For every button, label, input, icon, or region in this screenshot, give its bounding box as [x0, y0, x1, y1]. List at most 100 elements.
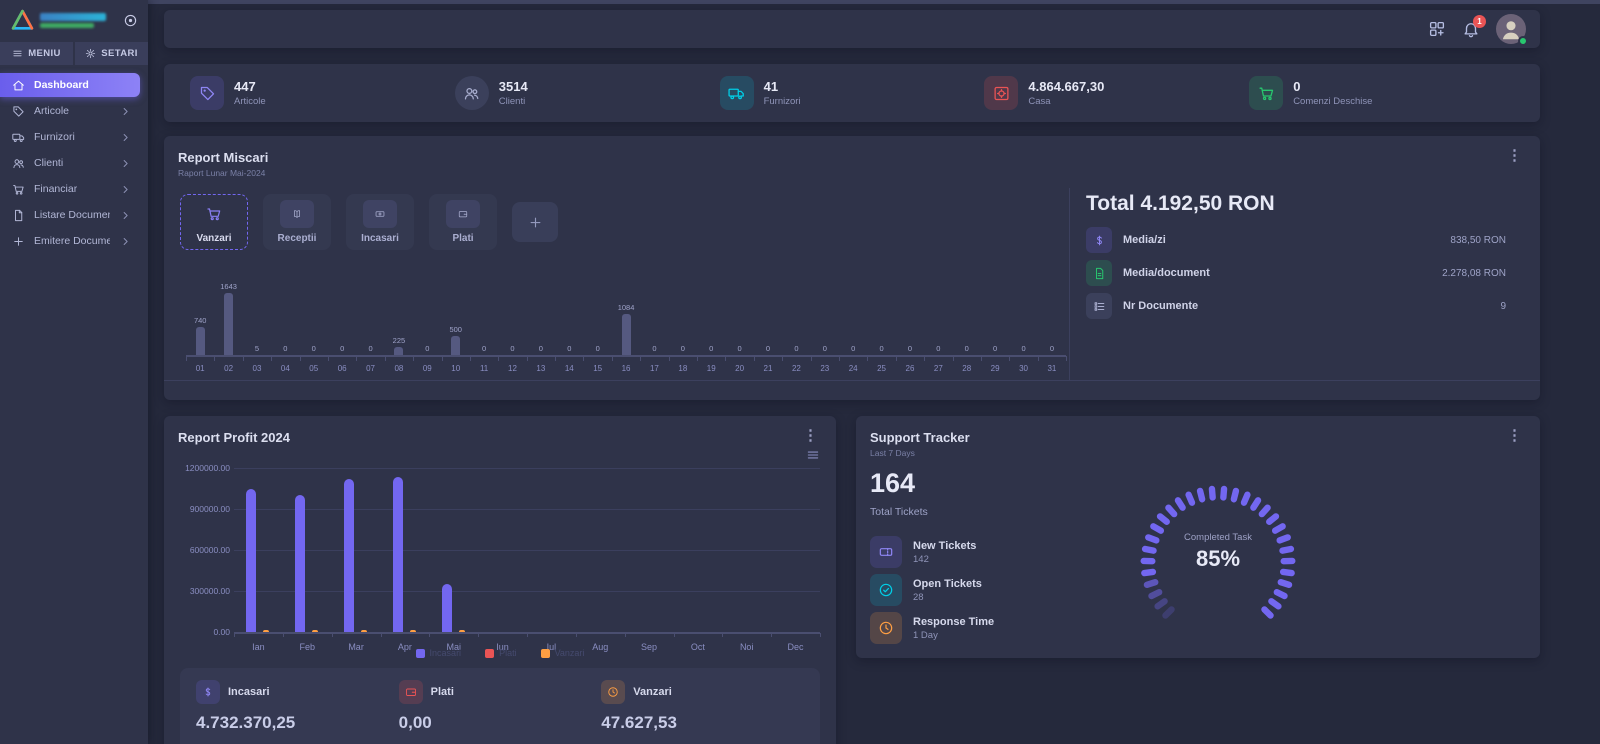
daily-bar-slot-11: 0 — [470, 281, 498, 355]
gauge-segment — [1257, 503, 1272, 518]
users-icon — [455, 76, 489, 110]
gauge-segment — [1164, 503, 1179, 518]
tab-vanzari[interactable]: Vanzari — [180, 194, 248, 250]
daily-bar-slot-30: 0 — [1009, 281, 1037, 355]
daily-bar-value: 0 — [368, 344, 372, 353]
daily-bar-value: 0 — [709, 344, 713, 353]
tab-meniu[interactable]: MENIU — [0, 42, 73, 65]
pin-circle-icon — [123, 13, 138, 28]
tab-incasari[interactable]: Incasari — [346, 194, 414, 250]
legend-item-plati[interactable]: Plati — [485, 648, 517, 658]
daily-bar-slot-17: 0 — [640, 281, 668, 355]
profit-bar-incasari-feb — [295, 495, 305, 632]
check-circle-icon — [870, 574, 902, 606]
y-axis-label: 600000.00 — [174, 545, 230, 555]
legend-item-incasari[interactable]: Incasari — [416, 648, 462, 658]
daily-bar-slot-13: 0 — [527, 281, 555, 355]
cart-icon — [1249, 76, 1283, 110]
daily-bar-slot-31: 0 — [1038, 281, 1066, 355]
shortcuts-button[interactable] — [1428, 20, 1446, 38]
clock-icon — [601, 680, 625, 704]
daily-bar-value: 0 — [936, 344, 940, 353]
banknote-icon — [363, 200, 397, 228]
axis-tick — [328, 356, 329, 361]
dollar-icon — [1086, 227, 1112, 253]
gauge-segment — [1273, 588, 1289, 600]
tag-icon — [190, 76, 224, 110]
axis-tick — [981, 356, 982, 361]
axis-tick — [1066, 356, 1067, 361]
sidebar-item-clienti[interactable]: Clienti — [0, 151, 140, 175]
add-tab-button[interactable] — [512, 202, 558, 242]
summary-incasari: Incasari 4.732.370,25 — [196, 680, 399, 744]
daily-bar-value: 1084 — [618, 303, 635, 312]
gauge-segment — [1265, 512, 1281, 526]
daily-bar-slot-06: 0 — [328, 281, 356, 355]
vertical-divider — [1069, 188, 1070, 380]
axis-tick — [186, 356, 187, 361]
tab-setari[interactable]: SETARI — [75, 42, 148, 65]
axis-tick — [583, 356, 584, 361]
sidebar-menu: Dashboard Articole Furnizori Clienti Fin… — [0, 73, 148, 253]
chevron-right-icon — [119, 131, 132, 144]
daily-bar-value: 0 — [879, 344, 883, 353]
gauge-segment — [1208, 485, 1216, 500]
axis-tick — [625, 633, 626, 637]
report-profit-title: Report Profit 2024 — [178, 430, 290, 445]
grid-plus-icon — [1428, 20, 1446, 38]
gauge-segment — [1267, 597, 1283, 611]
sidebar-item-furnizori[interactable]: Furnizori — [0, 125, 140, 149]
gauge-segment — [1147, 588, 1163, 600]
axis-tick — [413, 356, 414, 361]
home-icon — [12, 79, 25, 92]
sidebar-item-listare-documente[interactable]: Listare Documente — [0, 203, 140, 227]
sidebar-item-articole[interactable]: Articole — [0, 99, 140, 123]
daily-bar — [394, 347, 403, 355]
report-miscari-menu-button[interactable]: ⋮ — [1507, 148, 1522, 163]
axis-tick — [839, 356, 840, 361]
report-profit-menu-button[interactable]: ⋮ — [803, 428, 818, 443]
axis-tick — [234, 633, 235, 637]
online-status-dot — [1518, 36, 1528, 46]
sidebar-item-financiar[interactable]: Financiar — [0, 177, 140, 201]
stat-clienti: 3514Clienti — [455, 76, 720, 110]
tag-icon — [12, 105, 25, 118]
axis-tick — [498, 356, 499, 361]
notifications-button[interactable]: 1 — [1462, 20, 1480, 38]
daily-bar-slot-04: 0 — [271, 281, 299, 355]
tab-receptii[interactable]: Receptii — [263, 194, 331, 250]
daily-bar-value: 0 — [1021, 344, 1025, 353]
row-media-zi: Media/zi 838,50 RON — [1086, 226, 1506, 254]
daily-bar-value: 1643 — [220, 282, 237, 291]
sidebar-item-dashboard[interactable]: Dashboard — [0, 73, 140, 97]
support-tracker-menu-button[interactable]: ⋮ — [1507, 428, 1522, 443]
horizontal-divider — [164, 380, 1540, 381]
chevron-right-icon — [119, 183, 132, 196]
stat-articole: 447Articole — [190, 76, 455, 110]
ticket-icon — [870, 536, 902, 568]
daily-bar-value: 0 — [596, 344, 600, 353]
sidebar-item-emitere-documente[interactable]: Emitere Documente — [0, 229, 140, 253]
summary-plati: Plati 0,00 — [399, 680, 602, 744]
sidebar-collapse-toggle[interactable] — [123, 13, 138, 28]
chevron-right-icon — [119, 157, 132, 170]
daily-bar-slot-28: 0 — [953, 281, 981, 355]
row-new-tickets: New Tickets 142 — [870, 536, 976, 568]
report-profit-card: Report Profit 2024 ⋮ 0.00300000.00600000… — [164, 416, 836, 744]
daily-bar-slot-20: 0 — [725, 281, 753, 355]
stats-card: 447Articole 3514Clienti 41Furnizori 4.86… — [164, 64, 1540, 122]
report-miscari-tabs: Vanzari Receptii Incasari Plati — [180, 194, 558, 250]
axis-tick — [555, 356, 556, 361]
daily-bar-slot-12: 0 — [498, 281, 526, 355]
daily-bar-slot-02: 1643 — [214, 281, 242, 355]
user-avatar[interactable] — [1496, 14, 1526, 44]
report-miscari-card: Report Miscari Raport Lunar Mai-2024 ⋮ V… — [164, 136, 1540, 400]
gauge-segment — [1184, 491, 1196, 507]
daily-bar-value: 0 — [510, 344, 514, 353]
profit-bar-incasari-mar — [344, 479, 354, 632]
total-tickets-label: Total Tickets — [870, 506, 928, 518]
axis-tick — [924, 356, 925, 361]
row-media-document: Media/document 2.278,08 RON — [1086, 259, 1506, 287]
legend-item-vanzari[interactable]: Vanzari — [541, 648, 585, 658]
tab-plati[interactable]: Plati — [429, 194, 497, 250]
